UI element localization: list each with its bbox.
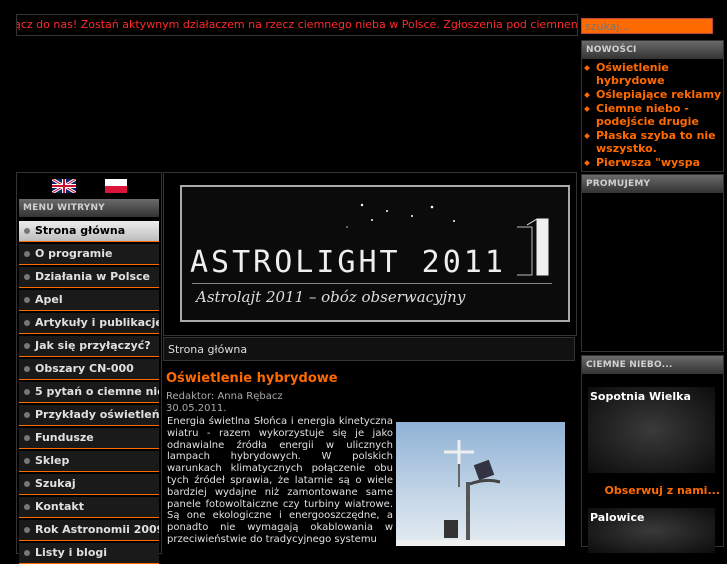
article-body: Energia świetlna Słońca i energia kinety… <box>167 416 393 545</box>
bullet-icon <box>24 228 30 234</box>
bullet-icon <box>24 504 30 510</box>
news-item[interactable]: Oświetlenie hybrydowe <box>582 61 723 88</box>
menu-label: Działania w Polsce <box>35 270 150 283</box>
news-ticker: łącz do nas! Zostań aktywnym działaczem … <box>16 14 578 36</box>
menu-label: Listy i blogi <box>35 546 108 559</box>
menu-item-contact[interactable]: Kontakt <box>19 497 159 518</box>
article-date: 30.05.2011. <box>166 403 227 414</box>
hybrid-lamp-photo <box>396 422 565 546</box>
menu-label: Sklep <box>35 454 70 467</box>
menu-item-areas[interactable]: Obszary CN-000 <box>19 359 159 380</box>
bullet-icon <box>24 297 30 303</box>
bullet-icon <box>24 458 30 464</box>
dark-sky-panel: CIEMNE NIEBO... Sopotnia Wielka Palowice <box>581 355 724 553</box>
promo-header: PROMUJEMY <box>582 175 723 193</box>
lamp-illustration <box>396 440 565 546</box>
menu-label: Rok Astronomii 2009 <box>35 523 159 536</box>
bullet-icon <box>24 481 30 487</box>
news-item[interactable]: Ciemne niebo - podejście drugie <box>582 102 723 129</box>
dark-sky-header: CIEMNE NIEBO... <box>582 356 723 374</box>
menu-item-blogs[interactable]: Listy i blogi <box>19 543 159 564</box>
news-item[interactable]: Pierwsza "wyspa <box>582 156 723 170</box>
breadcrumb: Strona główna <box>163 337 575 361</box>
menu-item-articles[interactable]: Artykuły i publikacje <box>19 313 159 334</box>
article-title[interactable]: Oświetlenie hybrydowe <box>166 371 575 386</box>
bullet-icon <box>24 435 30 441</box>
menu-item-examples[interactable]: Przykłady oświetleń <box>19 405 159 426</box>
menu-label: Apel <box>35 293 63 306</box>
english-flag-icon[interactable] <box>52 179 76 193</box>
menu-label: Strona główna <box>35 224 126 237</box>
menu-item-year-astronomy[interactable]: Rok Astronomii 2009 <box>19 520 159 541</box>
menu-item-actions[interactable]: Działania w Polsce <box>19 267 159 288</box>
menu-item-questions[interactable]: 5 pytań o ciemne niebo <box>19 382 159 403</box>
banner-rule <box>192 283 552 284</box>
observe-link[interactable]: Obserwuj z nami... <box>590 484 720 497</box>
news-list: Oświetlenie hybrydowe Oślepiające reklam… <box>582 59 723 170</box>
search-input[interactable] <box>581 18 713 34</box>
menu-item-search[interactable]: Szukaj <box>19 474 159 495</box>
bullet-icon <box>24 550 30 556</box>
menu-item-funds[interactable]: Fundusze <box>19 428 159 449</box>
menu-item-shop[interactable]: Sklep <box>19 451 159 472</box>
menu-header: MENU WITRYNY <box>19 199 159 217</box>
news-panel: NOWOŚCI Oświetlenie hybrydowe Oślepiając… <box>581 40 724 172</box>
menu-label: Artykuły i publikacje <box>35 316 159 329</box>
menu-label: Szukaj <box>35 477 76 490</box>
bullet-icon <box>24 343 30 349</box>
menu-label: 5 pytań o ciemne niebo <box>35 385 159 398</box>
article-author: Redaktor: Anna Rębacz <box>166 391 283 402</box>
menu-label: Fundusze <box>35 431 94 444</box>
sky-photo-label: Palowice <box>590 511 645 524</box>
sky-photo-label: Sopotnia Wielka <box>590 390 691 403</box>
menu-label: Kontakt <box>35 500 84 513</box>
menu-label: Obszary CN-000 <box>35 362 134 375</box>
bullet-icon <box>24 274 30 280</box>
menu-item-join[interactable]: Jak się przyłączyć? <box>19 336 159 357</box>
promo-panel: PROMUJEMY <box>581 174 724 352</box>
menu-item-home[interactable]: Strona główna <box>19 221 159 242</box>
news-header: NOWOŚCI <box>582 41 723 59</box>
menu-item-appeal[interactable]: Apel <box>19 290 159 311</box>
news-item[interactable]: Oślepiające reklamy <box>582 88 723 102</box>
banner-title: ASTROLIGHT 2011 <box>190 245 506 280</box>
menu-item-about[interactable]: O programie <box>19 244 159 265</box>
bullet-icon <box>24 527 30 533</box>
news-item[interactable]: Płaska szyba to nie wszystko. <box>582 129 723 156</box>
bullet-icon <box>24 389 30 395</box>
sky-photo-palowice[interactable]: Palowice <box>588 508 715 553</box>
astrolight-banner[interactable]: ASTROLIGHT 2011 Astrolajt 2011 – obóz ob… <box>180 185 570 322</box>
ticker-text: łącz do nas! Zostań aktywnym działaczem … <box>17 18 578 31</box>
article: Oświetlenie hybrydowe Redaktor: Anna Ręb… <box>163 366 575 546</box>
menu-label: O programie <box>35 247 113 260</box>
sky-photo-sopotnia[interactable]: Sopotnia Wielka <box>588 387 715 473</box>
language-switcher <box>17 173 161 199</box>
left-sidebar: MENU WITRYNY Strona główna O programie D… <box>16 172 162 564</box>
bullet-icon <box>24 251 30 257</box>
menu-label: Jak się przyłączyć? <box>35 339 151 352</box>
menu-label: Przykłady oświetleń <box>35 408 159 421</box>
banner-subtitle: Astrolajt 2011 – obóz obserwacyjny <box>196 288 466 306</box>
bullet-icon <box>24 412 30 418</box>
polish-flag-icon[interactable] <box>105 179 127 193</box>
bullet-icon <box>24 366 30 372</box>
bullet-icon <box>24 320 30 326</box>
